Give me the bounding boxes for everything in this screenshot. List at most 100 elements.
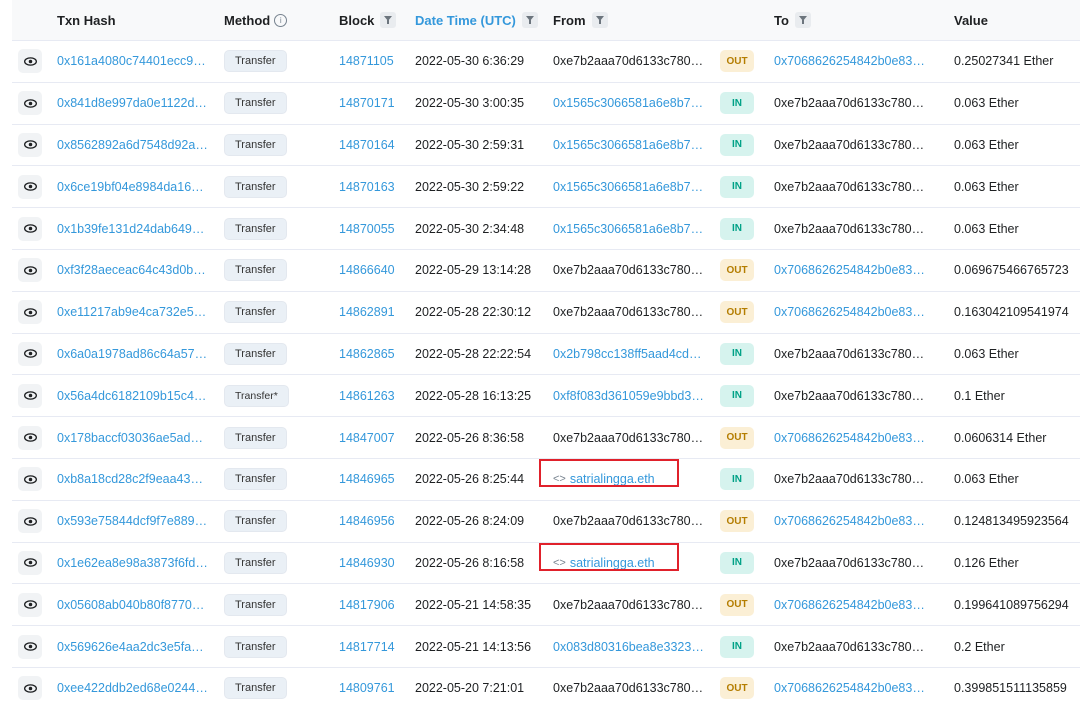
from-address-link[interactable]: 0x083d80316bea8e3323…: [553, 640, 704, 654]
header-from-label: From: [553, 12, 586, 28]
block-link[interactable]: 14817714: [339, 640, 395, 654]
to-address-link[interactable]: 0x7068626254842b0e83…: [774, 431, 925, 445]
from-ens-cell[interactable]: <> satrialingga.eth: [539, 542, 679, 571]
to-address-link[interactable]: 0x7068626254842b0e83…: [774, 54, 925, 68]
block-link[interactable]: 14870163: [339, 180, 395, 194]
eye-icon[interactable]: [18, 91, 42, 116]
direction-badge: OUT: [720, 301, 754, 324]
value-text: 0.069675466765723: [954, 263, 1069, 278]
eye-icon[interactable]: [18, 341, 42, 366]
block-link[interactable]: 14862865: [339, 347, 395, 361]
txn-hash-link[interactable]: 0x1b39fe131d24dab649…: [57, 222, 204, 236]
header-txn-hash: Txn Hash: [57, 0, 116, 40]
txn-hash-link[interactable]: 0xe11217ab9e4ca732e5…: [57, 305, 206, 319]
to-address: 0xe7b2aaa70d6133c780…: [774, 472, 925, 487]
datetime-text: 2022-05-29 13:14:28: [415, 263, 532, 278]
header-value-label: Value: [954, 12, 988, 28]
datetime-text: 2022-05-21 14:13:56: [415, 639, 532, 654]
to-address-link[interactable]: 0x7068626254842b0e83…: [774, 681, 925, 695]
filter-icon[interactable]: [591, 12, 608, 28]
eye-icon[interactable]: [18, 467, 42, 492]
eye-icon[interactable]: [18, 49, 42, 74]
eye-icon[interactable]: [18, 174, 42, 199]
block-link[interactable]: 14870171: [339, 96, 395, 110]
value-text: 0.1 Ether: [954, 388, 1005, 403]
header-from: From: [553, 0, 608, 40]
value-text: 0.0606314 Ether: [954, 430, 1047, 445]
txn-hash-link[interactable]: 0xf3f28aeceac64c43d0b…: [57, 263, 206, 277]
header-datetime[interactable]: Date Time (UTC): [415, 0, 538, 40]
from-address-link[interactable]: 0x1565c3066581a6e8b7…: [553, 222, 703, 236]
from-address: 0xe7b2aaa70d6133c780…: [553, 54, 704, 69]
header-datetime-label[interactable]: Date Time (UTC): [415, 13, 516, 28]
txn-hash-link[interactable]: 0x161a4080c74401ecc9…: [57, 54, 206, 68]
to-address-link[interactable]: 0x7068626254842b0e83…: [774, 598, 925, 612]
filter-icon[interactable]: [380, 12, 397, 28]
block-link[interactable]: 14870055: [339, 222, 395, 236]
eye-icon[interactable]: [18, 216, 42, 241]
eye-icon[interactable]: [18, 258, 42, 283]
from-address-link[interactable]: 0x2b798cc138ff5aad4cd…: [553, 347, 702, 361]
block-link[interactable]: 14817906: [339, 598, 395, 612]
eye-icon[interactable]: [18, 509, 42, 534]
block-link[interactable]: 14846956: [339, 514, 395, 528]
block-link[interactable]: 14870164: [339, 138, 395, 152]
datetime-text: 2022-05-21 14:58:35: [415, 597, 532, 612]
to-address-link[interactable]: 0x7068626254842b0e83…: [774, 305, 925, 319]
txn-hash-link[interactable]: 0x6a0a1978ad86c64a57…: [57, 347, 207, 361]
to-address: 0xe7b2aaa70d6133c780…: [774, 639, 925, 654]
eye-icon[interactable]: [18, 676, 42, 701]
eye-icon[interactable]: [18, 634, 42, 659]
direction-badge: OUT: [720, 510, 754, 533]
to-address: 0xe7b2aaa70d6133c780…: [774, 179, 925, 194]
block-link[interactable]: 14847007: [339, 431, 395, 445]
from-address-link[interactable]: 0x1565c3066581a6e8b7…: [553, 180, 703, 194]
block-link[interactable]: 14871105: [339, 54, 394, 68]
to-address-link[interactable]: 0x7068626254842b0e83…: [774, 263, 925, 277]
block-link[interactable]: 14866640: [339, 263, 395, 277]
txn-hash-link[interactable]: 0x178baccf03036ae5ad…: [57, 431, 203, 445]
eye-icon[interactable]: [18, 550, 42, 575]
to-address: 0xe7b2aaa70d6133c780…: [774, 137, 925, 152]
txn-hash-link[interactable]: 0x569626e4aa2dc3e5fa…: [57, 640, 204, 654]
txn-hash-link[interactable]: 0x841d8e997da0e1122d…: [57, 96, 207, 110]
block-link[interactable]: 14846930: [339, 556, 395, 570]
datetime-text: 2022-05-30 3:00:35: [415, 96, 525, 111]
to-address: 0xe7b2aaa70d6133c780…: [774, 555, 925, 570]
from-address: 0xe7b2aaa70d6133c780…: [553, 597, 704, 612]
txn-hash-link[interactable]: 0x8562892a6d7548d92a…: [57, 138, 208, 152]
eye-icon[interactable]: [18, 592, 42, 617]
txn-hash-link[interactable]: 0x56a4dc6182109b15c4…: [57, 389, 206, 403]
eye-icon[interactable]: [18, 425, 42, 450]
filter-icon[interactable]: [521, 12, 538, 28]
datetime-text: 2022-05-20 7:21:01: [415, 681, 525, 696]
direction-badge: IN: [720, 384, 754, 407]
block-link[interactable]: 14861263: [339, 389, 395, 403]
to-address-link[interactable]: 0x7068626254842b0e83…: [774, 514, 925, 528]
direction-badge: IN: [720, 92, 754, 115]
from-address-link[interactable]: 0xf8f083d361059e9bbd3…: [553, 389, 704, 403]
from-address-link[interactable]: 0x1565c3066581a6e8b7…: [553, 96, 703, 110]
from-ens-cell[interactable]: <> satrialingga.eth: [539, 459, 679, 488]
txn-hash-link[interactable]: 0x593e75844dcf9f7e889…: [57, 514, 207, 528]
txn-hash-link[interactable]: 0x6ce19bf04e8984da16…: [57, 180, 204, 194]
eye-icon[interactable]: [18, 383, 42, 408]
to-address: 0xe7b2aaa70d6133c780…: [774, 388, 925, 403]
eye-icon[interactable]: [18, 300, 42, 325]
txn-hash-link[interactable]: 0x1e62ea8e98a3873f6fd…: [57, 556, 208, 570]
datetime-text: 2022-05-30 2:34:48: [415, 221, 525, 236]
method-badge: Transfer: [224, 342, 287, 365]
txn-hash-link[interactable]: 0x05608ab040b80f8770…: [57, 598, 204, 612]
info-icon[interactable]: i: [274, 13, 288, 27]
method-badge: Transfer: [224, 50, 287, 73]
txn-hash-link[interactable]: 0xee422ddb2ed68e0244…: [57, 681, 208, 695]
block-link[interactable]: 14809761: [339, 681, 395, 695]
block-link[interactable]: 14846965: [339, 472, 395, 486]
from-address: 0xe7b2aaa70d6133c780…: [553, 305, 704, 320]
filter-icon[interactable]: [794, 12, 811, 28]
eye-icon[interactable]: [18, 132, 42, 157]
from-address-link[interactable]: 0x1565c3066581a6e8b7…: [553, 138, 703, 152]
txn-hash-link[interactable]: 0xb8a18cd28c2f9eaa43…: [57, 472, 203, 486]
block-link[interactable]: 14862891: [339, 305, 395, 319]
value-text: 0.124813495923564: [954, 514, 1069, 529]
